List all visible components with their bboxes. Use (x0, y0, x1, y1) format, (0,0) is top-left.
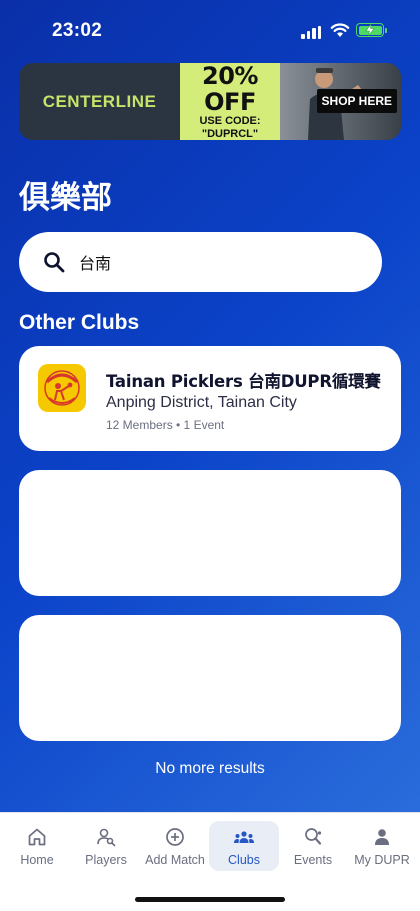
tab-label: Add Match (145, 853, 205, 867)
cellular-signal-icon (301, 26, 321, 39)
ad-offer: 20% OFF USE CODE: "DUPRCL" (180, 63, 280, 140)
club-card-placeholder (19, 615, 401, 741)
clubs-icon (233, 827, 255, 847)
tab-label: Events (293, 853, 333, 867)
ad-offer-headline: 20% OFF (202, 63, 258, 116)
events-icon (303, 827, 323, 847)
status-time: 23:02 (52, 20, 103, 41)
section-title: Other Clubs (19, 311, 140, 334)
club-name: Tainan Picklers 台南DUPR循環賽 (106, 372, 381, 391)
tab-events[interactable]: Events (278, 821, 348, 871)
search-icon (44, 252, 65, 273)
status-bar: 23:02 (0, 0, 420, 60)
home-icon (27, 827, 47, 847)
home-indicator (135, 897, 285, 902)
no-more-results-text: No more results (155, 760, 265, 777)
add-circle-icon (165, 827, 185, 847)
club-card[interactable]: Tainan Picklers 台南DUPR循環賽 Anping Distric… (19, 346, 401, 451)
profile-icon (372, 827, 392, 847)
club-card-placeholder (19, 470, 401, 596)
players-icon (96, 827, 116, 847)
tab-label: Players (85, 853, 127, 867)
ad-brand-logo: CENTERLINE (19, 63, 180, 140)
tab-clubs[interactable]: Clubs (209, 821, 279, 871)
ad-shop-button[interactable]: SHOP HERE (316, 89, 397, 113)
ad-player-photo: SHOP HERE (280, 63, 401, 140)
club-logo-icon (44, 370, 80, 406)
tab-add-match[interactable]: Add Match (140, 821, 210, 871)
tab-home[interactable]: Home (2, 821, 72, 871)
ad-code-label: USE CODE: (199, 114, 261, 127)
search-bar[interactable] (19, 232, 382, 292)
ad-banner[interactable]: CENTERLINE 20% OFF USE CODE: "DUPRCL" SH… (19, 63, 401, 140)
tab-label: My DUPR (354, 853, 410, 867)
club-location: Anping District, Tainan City (106, 394, 297, 411)
tab-players[interactable]: Players (71, 821, 141, 871)
search-input[interactable] (79, 232, 359, 292)
tab-my-dupr[interactable]: My DUPR (347, 821, 417, 871)
ad-code-value: "DUPRCL" (201, 127, 259, 140)
tab-label: Clubs (228, 853, 260, 867)
ad-brand-text: CENTERLINE (42, 91, 157, 111)
tab-label: Home (20, 853, 54, 867)
wifi-icon (330, 23, 350, 37)
club-stats: 12 Members • 1 Event (106, 418, 225, 432)
charging-bolt-icon (365, 24, 375, 36)
page-title: 俱樂部 (19, 180, 112, 215)
club-logo (38, 364, 86, 412)
